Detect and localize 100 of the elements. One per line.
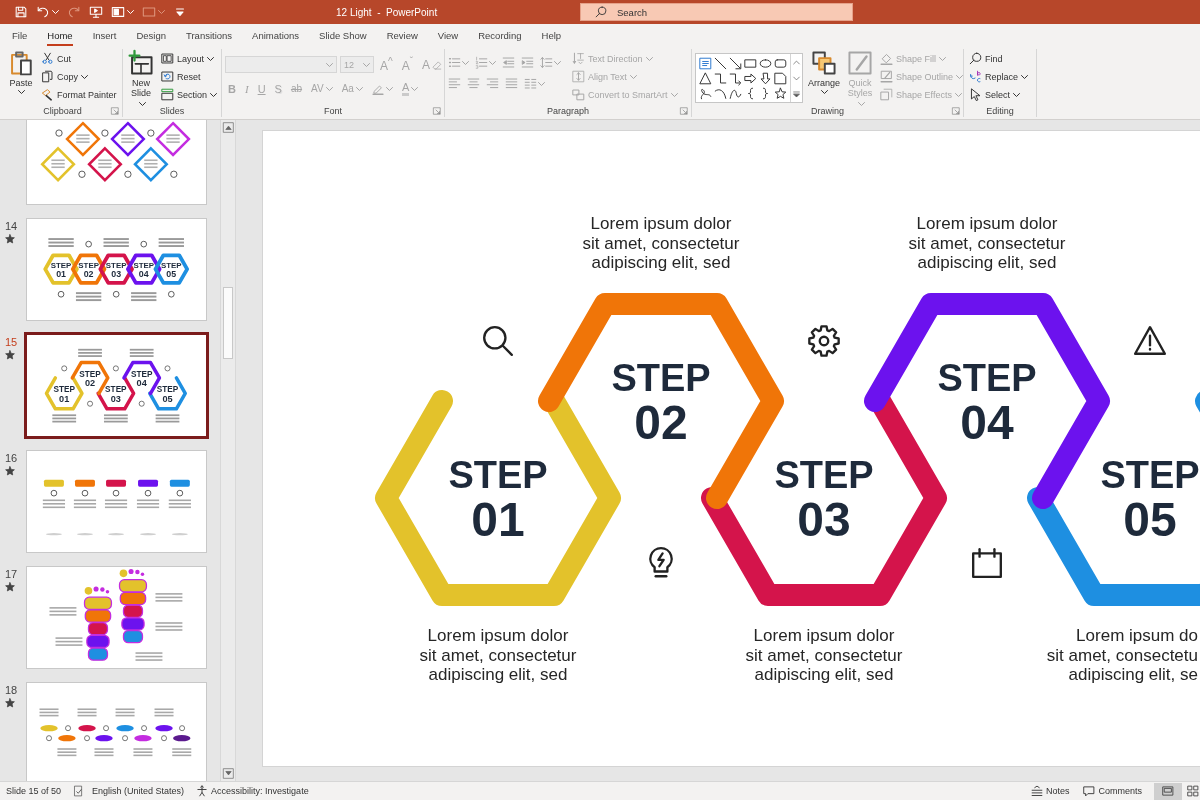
warning-icon — [1133, 324, 1167, 358]
search-icon — [969, 52, 982, 65]
colored-tab — [138, 479, 158, 487]
ribbon-tab[interactable]: Design — [136, 24, 166, 46]
ribbon-tab[interactable]: View — [437, 24, 459, 46]
caret-icon — [325, 86, 333, 91]
colored-tab — [75, 479, 95, 487]
dialog-launcher-icon[interactable] — [111, 106, 119, 115]
shadow-shape — [77, 533, 93, 536]
accessibility-button[interactable]: Accessibility: Investigate — [194, 782, 311, 800]
arc-icon[interactable] — [714, 86, 727, 100]
text-lines — [158, 238, 184, 247]
footprint-shape — [134, 735, 152, 742]
text-lines — [76, 134, 90, 143]
ribbon-tab[interactable]: Help — [541, 24, 562, 46]
text-lines — [104, 414, 128, 423]
ribbon-tab[interactable]: Animations — [252, 24, 300, 46]
slide-thumbnail[interactable] — [26, 120, 207, 205]
circle-icon — [78, 170, 86, 178]
elbow-arrow-icon[interactable] — [729, 71, 742, 85]
slide-thumbnail[interactable] — [26, 566, 207, 669]
normal-view-button[interactable] — [1154, 782, 1182, 800]
triangle-icon[interactable] — [699, 71, 712, 85]
reset-button[interactable]: Reset — [159, 68, 220, 85]
scroll-down-icon[interactable] — [222, 768, 234, 779]
text-lines — [129, 348, 154, 357]
select-button[interactable]: Select — [967, 86, 1031, 103]
window-title: 12 Light - PowerPoint — [336, 6, 439, 18]
caret-icon[interactable] — [158, 10, 165, 14]
dialog-launcher-icon[interactable] — [433, 106, 441, 115]
presentation-icon[interactable] — [89, 5, 103, 19]
section-button[interactable]: Section — [159, 86, 220, 103]
dialog-launcher-icon[interactable] — [952, 106, 960, 115]
language-status[interactable]: English (United States) — [92, 786, 185, 796]
text-lines — [168, 499, 191, 509]
customize-icon[interactable] — [173, 5, 187, 19]
ribbon-tab[interactable]: Slide Show — [319, 24, 367, 46]
step-title: STEP — [1099, 456, 1200, 494]
layout-button[interactable]: Layout — [159, 50, 220, 67]
elbow-connector-icon[interactable] — [714, 71, 727, 85]
comments-button[interactable]: Comments — [1081, 782, 1144, 800]
caret-icon — [355, 86, 363, 91]
shadow-shape — [46, 533, 62, 536]
text-lines — [78, 348, 102, 357]
ribbon-tab[interactable]: Insert — [92, 24, 117, 46]
scrollbar-thumb[interactable] — [223, 287, 233, 359]
text-lines — [115, 708, 135, 717]
caret-icon — [210, 92, 218, 97]
slide-thumbnail[interactable] — [26, 450, 207, 553]
circle-icon — [84, 735, 90, 742]
ribbon-tab[interactable]: Recording — [478, 24, 522, 46]
text-box-icon[interactable] — [699, 56, 712, 70]
reset-icon — [161, 70, 174, 83]
freeform-icon[interactable] — [699, 86, 712, 100]
find-button[interactable]: Find — [967, 50, 1031, 67]
rectangle-icon[interactable] — [744, 56, 757, 70]
down-arrow-icon[interactable] — [759, 71, 772, 85]
gallery-more-icon[interactable] — [792, 89, 801, 99]
slide-thumbnail[interactable]: STEP 01 STEP 02 STEP 03 STEP 04 STEP 05 — [26, 218, 207, 321]
circle-icon — [81, 489, 89, 497]
paint-bucket-icon — [880, 52, 894, 65]
ribbon-tab[interactable]: Transitions — [186, 24, 233, 46]
cut-button[interactable]: Cut — [39, 50, 119, 67]
dialog-launcher-icon[interactable] — [680, 106, 688, 115]
step-number: 03 — [796, 496, 852, 544]
colored-tab — [106, 479, 126, 487]
window-icon[interactable] — [111, 5, 125, 19]
paste-button[interactable]: Paste — [6, 50, 36, 94]
circle-icon — [57, 290, 65, 298]
ribbon-tab[interactable]: Review — [386, 24, 418, 46]
caret-icon — [1021, 74, 1029, 79]
undo-icon[interactable] — [36, 5, 50, 19]
circle-icon — [122, 735, 128, 742]
format-painter-button[interactable]: Format Painter — [39, 86, 119, 103]
new-slide-button[interactable]: New Slide — [126, 50, 156, 108]
save-icon[interactable] — [14, 5, 28, 19]
step-number: 05 — [162, 393, 173, 404]
slide-thumbnail[interactable]: STEP 01 STEP 02 STEP 03 STEP 04 STEP 05 — [24, 332, 209, 439]
step-title: STEP — [50, 261, 72, 271]
arrow-icon[interactable] — [729, 56, 742, 70]
slide-sorter-button[interactable] — [1186, 782, 1200, 800]
scroll-up-icon[interactable] — [222, 122, 234, 133]
scrollbar-track[interactable] — [220, 120, 236, 781]
replace-button[interactable]: Replace — [967, 68, 1031, 85]
caret-icon — [645, 56, 653, 61]
line-icon[interactable] — [714, 56, 727, 70]
normal-view-icon — [1162, 785, 1174, 797]
slide-thumbnail[interactable] — [26, 682, 207, 781]
right-arrow-icon[interactable] — [744, 71, 757, 85]
search-field[interactable]: Search — [580, 3, 853, 21]
notes-button[interactable]: Notes — [1028, 782, 1072, 800]
text-lines — [133, 748, 153, 757]
star-icon[interactable] — [774, 86, 787, 100]
step-number: 05 — [1122, 496, 1178, 544]
arrange-button[interactable]: Arrange — [806, 50, 843, 94]
copy-button[interactable]: Copy — [39, 68, 119, 85]
ribbon-tab[interactable]: File — [12, 24, 28, 46]
step-title: STEP — [936, 359, 1038, 397]
cursor-icon — [969, 88, 982, 101]
step-caption: Lorem ipsum dolor sit amet, consectetur adipiscing elit, sed — [581, 214, 741, 273]
